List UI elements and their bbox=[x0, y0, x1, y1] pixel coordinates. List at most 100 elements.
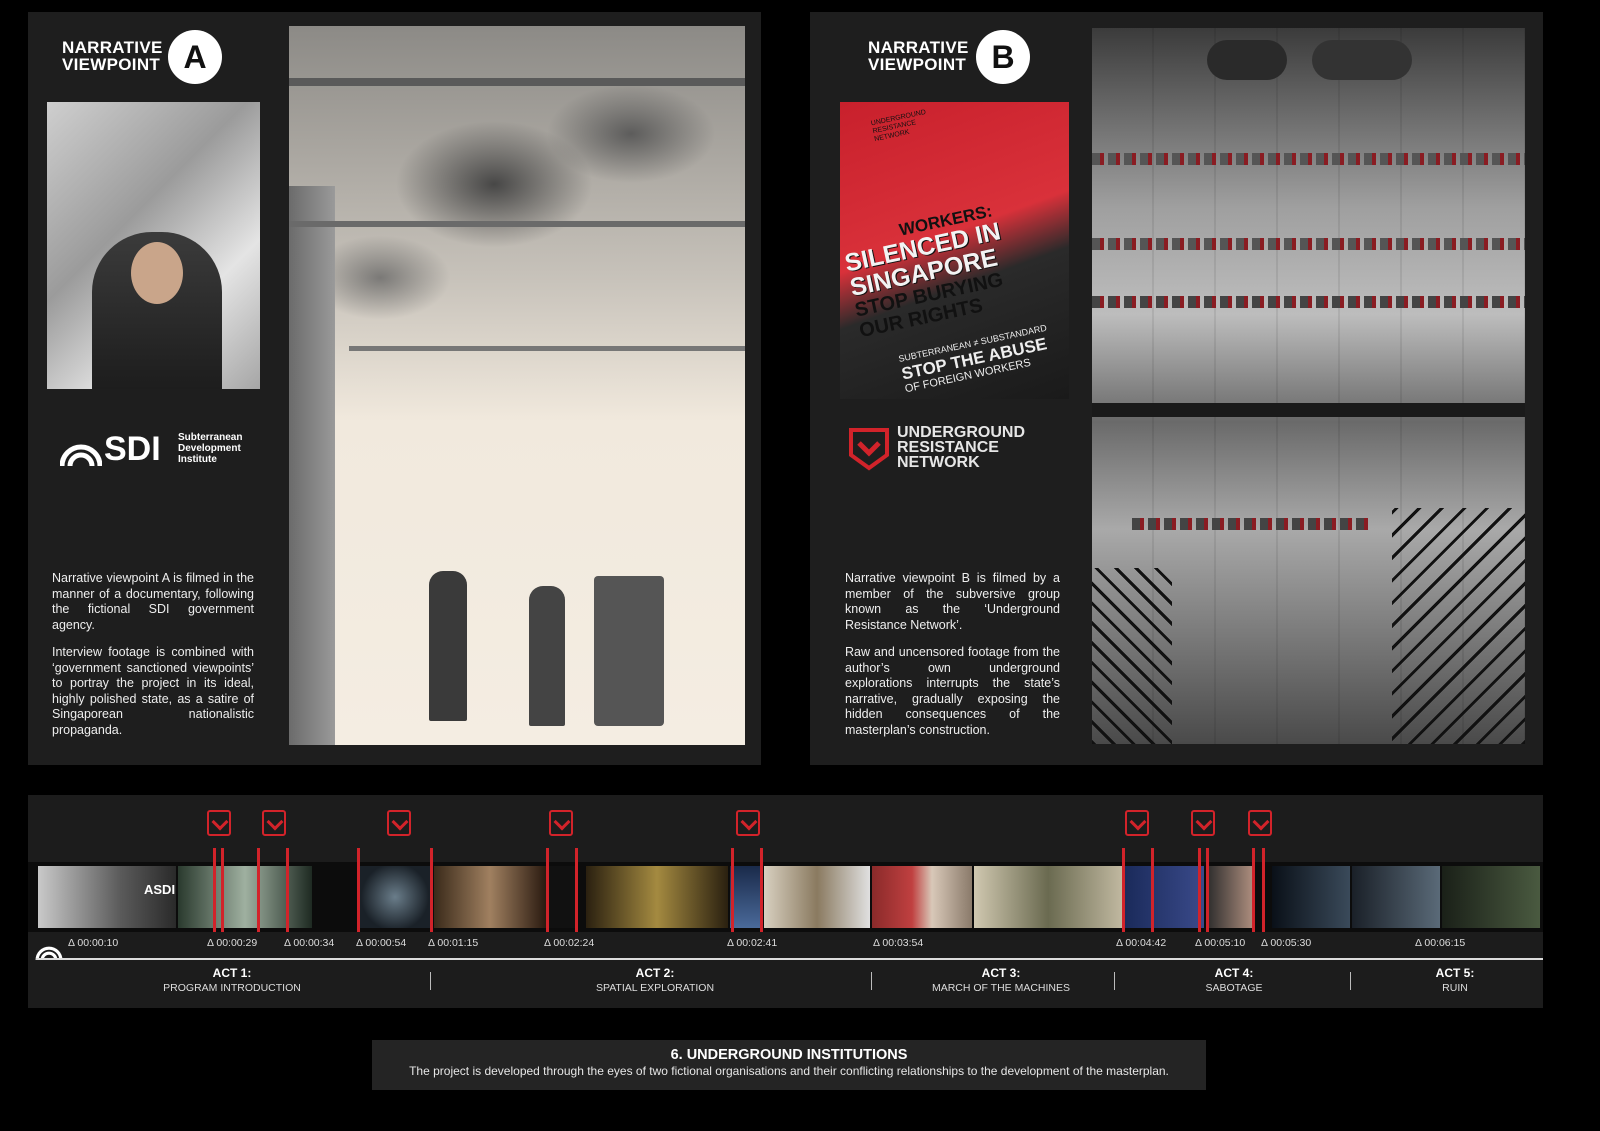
viewpoint-b-paragraph-2: Raw and uncensored footage from the auth… bbox=[845, 645, 1060, 737]
caption-title: 6. UNDERGROUND INSTITUTIONS bbox=[670, 1047, 908, 1063]
urn-marker-icon[interactable] bbox=[387, 810, 411, 836]
poster-headline: WORKERS: SILENCED IN SINGAPORE STOP BURY… bbox=[840, 189, 1069, 342]
cut-marker-line bbox=[430, 848, 433, 932]
act-3-label: ACT 3: MARCH OF THE MACHINES bbox=[881, 966, 1121, 995]
tower-tank-1 bbox=[1207, 40, 1287, 80]
act-5-label: ACT 5: RUIN bbox=[1335, 966, 1575, 995]
timestamp: Δ 00:02:24 bbox=[544, 937, 595, 949]
viewpoint-b-badge: B bbox=[976, 30, 1030, 84]
viewpoint-a-paragraph-1: Narrative viewpoint A is filmed in the m… bbox=[52, 571, 254, 632]
caption-text: The project is developed through the eye… bbox=[409, 1064, 1169, 1078]
timeline-thumbnail[interactable] bbox=[586, 866, 728, 928]
tower-deck-2 bbox=[1092, 568, 1172, 744]
tower-scaffold-right bbox=[1392, 508, 1525, 744]
urn-logo-line2: RESISTANCE bbox=[897, 439, 999, 456]
sdi-arches-icon bbox=[35, 946, 63, 960]
tower-deck-1 bbox=[1092, 403, 1525, 417]
timeline-thumbnail[interactable] bbox=[730, 866, 762, 928]
cut-marker-line bbox=[221, 848, 224, 932]
timeline-thumbnail[interactable] bbox=[974, 866, 1122, 928]
timeline-thumbnail[interactable] bbox=[548, 866, 578, 928]
tower-laundry-row-3 bbox=[1092, 296, 1525, 308]
sdi-logo-mark: SDI bbox=[104, 430, 161, 468]
poster-network-text: UNDERGROUND RESISTANCE NETWORK bbox=[870, 108, 927, 144]
viewpoint-a-badge: A bbox=[168, 30, 222, 84]
urn-marker-icon[interactable] bbox=[549, 810, 573, 836]
render-figure-1 bbox=[429, 571, 467, 721]
urn-marker-icon[interactable] bbox=[262, 810, 286, 836]
viewpoint-b-title-line2: VIEWPOINT bbox=[868, 55, 967, 74]
act-name: PROGRAM INTRODUCTION bbox=[163, 982, 301, 994]
urn-logo-line3: NETWORK bbox=[897, 454, 980, 471]
urn-marker-icon[interactable] bbox=[207, 810, 231, 836]
cut-marker-line bbox=[731, 848, 734, 932]
timeline-thumbnail[interactable] bbox=[1206, 866, 1254, 928]
urn-logo-line1: UNDERGROUND bbox=[897, 424, 1025, 441]
tower-laundry-row-2 bbox=[1092, 238, 1525, 250]
urn-shield-icon bbox=[849, 428, 889, 471]
render-machine bbox=[594, 576, 664, 726]
act-4-label: ACT 4: SABOTAGE bbox=[1114, 966, 1354, 995]
timestamp: Δ 00:00:10 bbox=[68, 937, 119, 949]
viewpoint-a-panel: NARRATIVE VIEWPOINT A SDI Subterranean D… bbox=[28, 12, 761, 765]
urn-logo-text: UNDERGROUND RESISTANCE NETWORK bbox=[897, 424, 1025, 471]
timeline-thumbnail[interactable] bbox=[1442, 866, 1540, 928]
timeline-thumbnail[interactable] bbox=[1124, 866, 1204, 928]
act-number: ACT 4: bbox=[1214, 966, 1254, 980]
act-number: ACT 2: bbox=[635, 966, 675, 980]
act-name: SPATIAL EXPLORATION bbox=[595, 982, 715, 994]
act-2-label: ACT 2: SPATIAL EXPLORATION bbox=[535, 966, 775, 995]
urn-marker-icon[interactable] bbox=[1248, 810, 1272, 836]
cut-marker-line bbox=[1262, 848, 1265, 932]
urn-marker-icon[interactable] bbox=[1191, 810, 1215, 836]
timestamp: Δ 00:02:41 bbox=[727, 937, 778, 949]
viewpoint-a-title-line2: VIEWPOINT bbox=[62, 55, 161, 74]
viewpoint-b-description: Narrative viewpoint B is filmed by a mem… bbox=[845, 571, 1060, 750]
timestamp: Δ 00:05:30 bbox=[1261, 937, 1312, 949]
timeline-thumbnail[interactable] bbox=[764, 866, 870, 928]
underground-tower-image bbox=[1092, 28, 1525, 744]
timestamp: Δ 00:01:15 bbox=[428, 937, 479, 949]
cut-marker-line bbox=[1122, 848, 1125, 932]
cut-marker-line bbox=[1151, 848, 1154, 932]
thumbnail-caption: ASDI bbox=[144, 882, 176, 897]
cut-marker-line bbox=[575, 848, 578, 932]
timeline-thumbnail[interactable] bbox=[434, 866, 546, 928]
cut-marker-line bbox=[1206, 848, 1209, 932]
cut-marker-line bbox=[546, 848, 549, 932]
viewpoint-b-title: NARRATIVE VIEWPOINT bbox=[868, 39, 969, 73]
render-beam-1 bbox=[289, 78, 745, 86]
cut-marker-line bbox=[357, 848, 360, 932]
cut-marker-line bbox=[1198, 848, 1201, 932]
resistance-poster-image: UNDERGROUND RESISTANCE NETWORK WORKERS: … bbox=[840, 102, 1069, 399]
act-name: RUIN bbox=[1442, 982, 1468, 994]
sdi-logo-text-line3: Institute bbox=[178, 454, 217, 465]
portrait-head bbox=[131, 242, 183, 304]
timestamp: Δ 00:06:15 bbox=[1415, 937, 1466, 949]
act-number: ACT 3: bbox=[981, 966, 1021, 980]
timestamp: Δ 00:00:54 bbox=[356, 937, 407, 949]
tower-laundry-row-1 bbox=[1092, 153, 1525, 165]
cut-marker-line bbox=[760, 848, 763, 932]
viewpoint-a-description: Narrative viewpoint A is filmed in the m… bbox=[52, 571, 254, 750]
cut-marker-line bbox=[1252, 848, 1255, 932]
act-number: ACT 5: bbox=[1435, 966, 1475, 980]
timeline-thumbnail[interactable] bbox=[358, 866, 432, 928]
timestamp: Δ 00:00:34 bbox=[284, 937, 335, 949]
timeline-thumbnail[interactable]: ASDI bbox=[38, 866, 176, 928]
urn-marker-icon[interactable] bbox=[736, 810, 760, 836]
timeline-thumbnail[interactable] bbox=[1352, 866, 1440, 928]
viewpoint-a-paragraph-2: Interview footage is combined with ‘gove… bbox=[52, 645, 254, 737]
viewpoint-b-paragraph-1: Narrative viewpoint B is filmed by a mem… bbox=[845, 571, 1060, 632]
urn-marker-icon[interactable] bbox=[1125, 810, 1149, 836]
timeline-thumbnail[interactable] bbox=[1272, 866, 1350, 928]
sdi-logo-text-line1: Subterranean bbox=[178, 432, 243, 443]
sdi-arches-icon bbox=[60, 444, 102, 466]
viewpoint-b-title-line1: NARRATIVE bbox=[868, 38, 969, 57]
timeline-thumbnail[interactable] bbox=[872, 866, 972, 928]
timestamp: Δ 00:04:42 bbox=[1116, 937, 1167, 949]
timeline-thumbnail[interactable] bbox=[178, 866, 312, 928]
caption-box: 6. UNDERGROUND INSTITUTIONS The project … bbox=[372, 1040, 1206, 1090]
act-1-label: ACT 1: PROGRAM INTRODUCTION bbox=[112, 966, 352, 995]
render-figure-2 bbox=[529, 586, 565, 726]
